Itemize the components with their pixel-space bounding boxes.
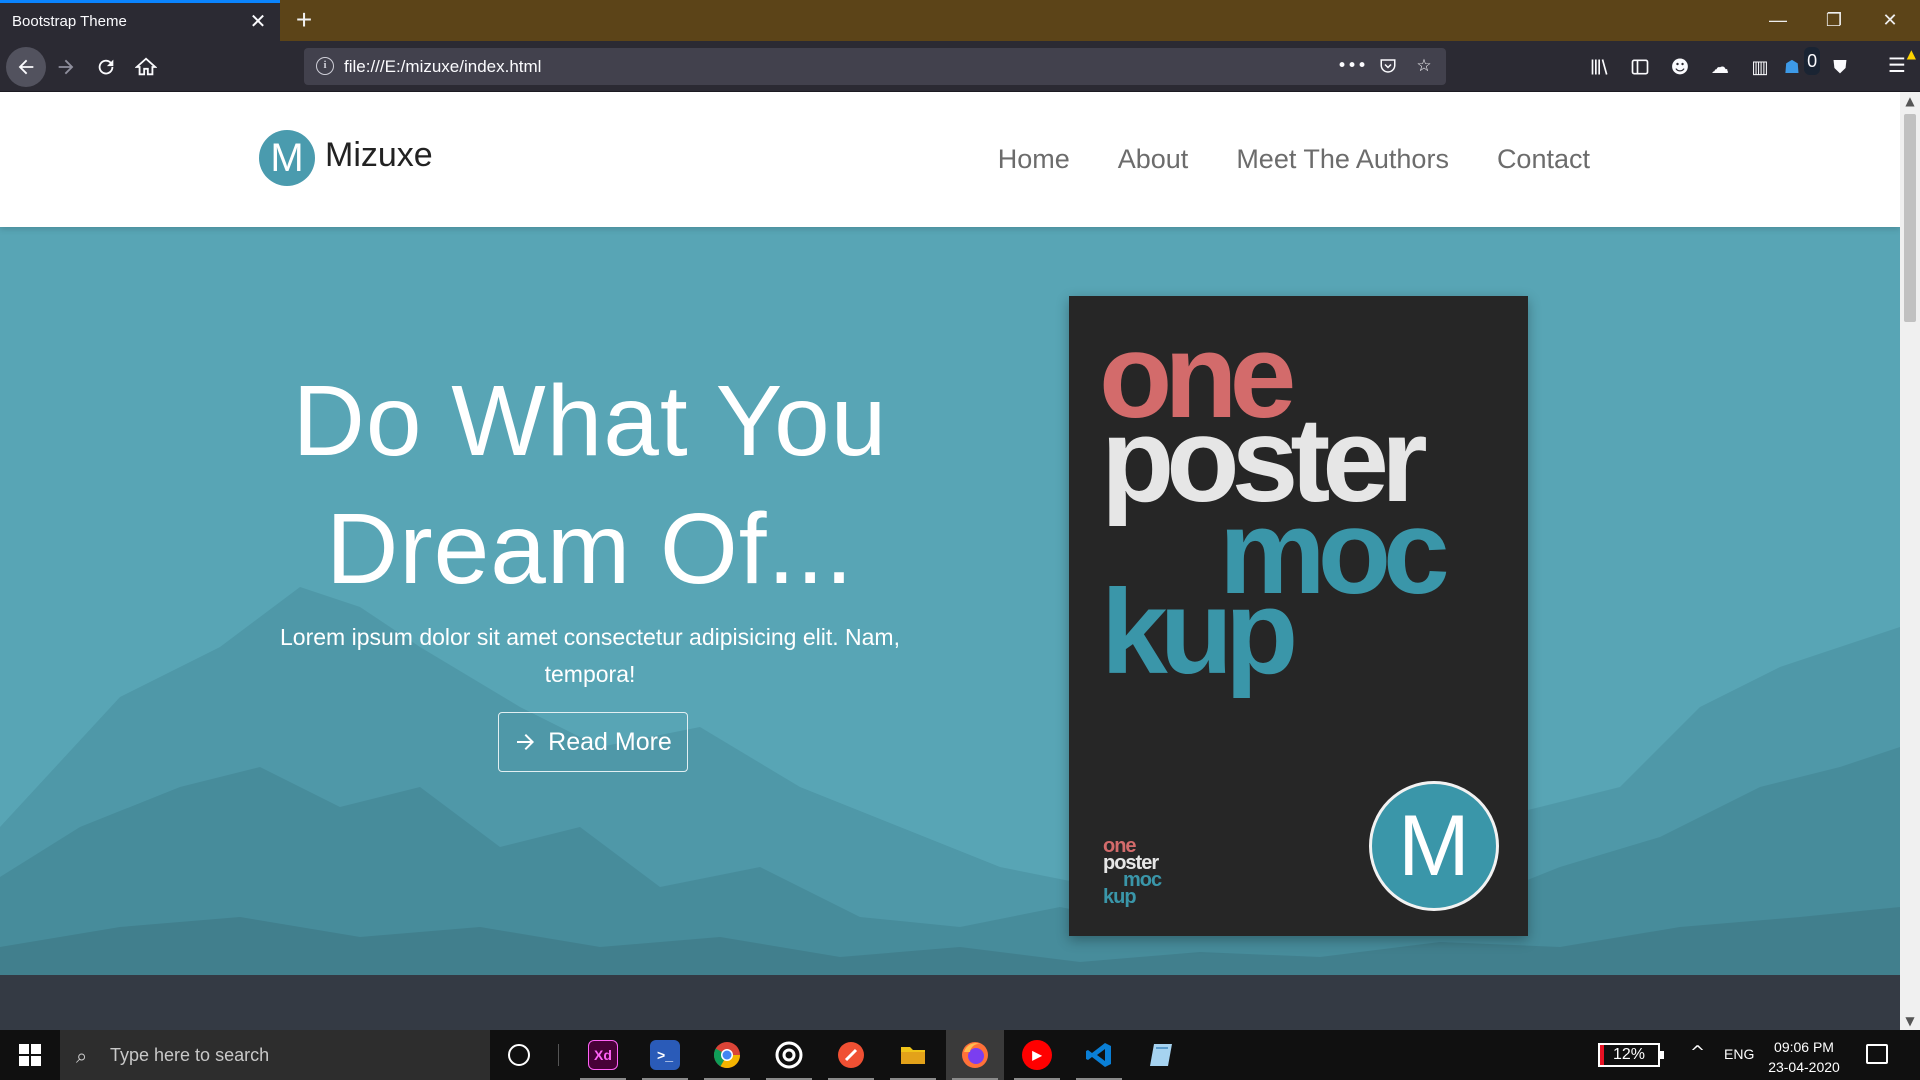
scroll-thumb[interactable] [1904,114,1916,322]
app-menu-button[interactable]: ☰ ▲ [1882,47,1916,81]
page-scrollbar[interactable]: ▲ ▼ [1900,92,1920,1030]
youtube-music-icon: ▶ [1022,1040,1052,1070]
vscode-icon [1086,1043,1111,1067]
taskbar-app-file-explorer[interactable] [884,1030,942,1080]
clock-time: 09:06 PM [1774,1039,1834,1055]
home-button[interactable] [128,49,164,85]
browser-toolbar: i file:///E:/mizuxe/index.html ••• ☆ ☻ ☁… [0,41,1920,92]
url-text[interactable]: file:///E:/mizuxe/index.html [344,57,541,77]
hero-title-line-1: Do What You [292,365,888,477]
taskbar-app-adobe-xd[interactable]: Xd [574,1030,632,1080]
adobe-xd-icon: Xd [588,1040,618,1070]
page-actions-icon[interactable]: ••• [1337,54,1367,78]
read-more-button[interactable]: Read More [498,712,688,772]
close-window-button[interactable]: ✕ [1862,0,1918,41]
sidebar-icon[interactable] [1626,53,1654,81]
shield-icon[interactable]: ⛊ [1826,53,1854,81]
arrow-right-icon [517,734,535,750]
taskbar-app-firefox[interactable] [946,1030,1004,1080]
reload-button[interactable] [88,49,124,85]
cortana-icon[interactable] [508,1044,530,1066]
poster-mini-logo: one poster moc kup [1103,836,1162,908]
bookmark-star-icon[interactable]: ☆ [1412,54,1436,78]
action-center-icon[interactable] [1866,1044,1888,1064]
minimize-button[interactable]: — [1750,0,1806,41]
poster-logo-badge: M [1369,781,1499,911]
reload-icon [98,59,114,75]
forward-button[interactable] [48,49,84,85]
account-icon[interactable]: ☻ [1666,53,1694,81]
taskbar-clock[interactable]: 09:06 PM 23-04-2020 [1768,1037,1840,1077]
show-hidden-icons-icon[interactable]: ^ [1690,1042,1705,1063]
home-icon [135,57,157,76]
arrow-left-icon [18,59,34,75]
extension-icon[interactable]: ☁ [1706,53,1734,81]
taskbar-app-vscode[interactable] [1070,1030,1128,1080]
hero-subtitle: Lorem ipsum dolor sit amet consectetur a… [280,624,900,687]
taskbar-separator [558,1044,559,1066]
scroll-up-icon[interactable]: ▲ [1900,92,1920,110]
nav-link-contact[interactable]: Contact [1497,144,1590,175]
poster-mini-kup: kup [1103,886,1137,908]
pocket-icon[interactable] [1376,54,1400,78]
taskbar-search[interactable]: ⌕ Type here to search [60,1030,490,1080]
search-icon: ⌕ [76,1044,88,1068]
language-indicator[interactable]: ENG [1724,1046,1754,1062]
scroll-down-icon[interactable]: ▼ [1900,1012,1920,1030]
battery-indicator[interactable]: 12% [1598,1043,1664,1067]
hero-title-line-2: Dream Of... [326,493,854,605]
git-app-icon [838,1042,864,1068]
browser-tab-strip: Bootstrap Theme ✕ + — ❐ ✕ [0,0,1920,41]
search-placeholder: Type here to search [110,1045,270,1065]
firefox-icon [962,1042,988,1068]
site-navbar: M Mizuxe Home About Meet The Authors Con… [0,92,1900,227]
taskbar-app-powershell[interactable]: >_ [636,1030,694,1080]
page-viewport: M Mizuxe Home About Meet The Authors Con… [0,92,1900,1030]
extension-badge: 0 [1804,47,1821,75]
hero-section: Do What You Dream Of... Lorem ipsum dolo… [0,227,1900,975]
new-tab-button[interactable]: + [288,4,320,36]
tab-close-icon[interactable]: ✕ [246,9,270,33]
start-button[interactable] [0,1030,60,1080]
taskbar-app-media[interactable] [760,1030,818,1080]
nav-link-authors[interactable]: Meet The Authors [1236,144,1449,175]
warning-icon: ▲ [1906,47,1916,61]
arrow-right-icon [58,59,74,75]
taskbar-app-chrome[interactable] [698,1030,756,1080]
folder-icon [901,1047,925,1064]
taskbar-app-youtube-music[interactable]: ▶ [1008,1030,1066,1080]
browser-tab[interactable]: Bootstrap Theme ✕ [0,0,280,41]
windows-taskbar: ⌕ Type here to search Xd >_ ▶ 12% ^ ENG … [0,1030,1920,1080]
library-icon[interactable] [1586,53,1614,81]
poster-word-kup: kup [1101,565,1298,699]
restore-button[interactable]: ❐ [1806,0,1862,41]
brand-logo[interactable]: M [259,130,315,186]
extension-ghost-icon[interactable]: ☗ 0 [1784,47,1821,81]
tab-title: Bootstrap Theme [12,13,127,30]
poster-mockup-image: one poster moc kup one poster moc kup M [1069,296,1528,936]
windows-logo-icon [19,1044,41,1066]
taskbar-app-notepad[interactable] [1132,1030,1190,1080]
next-section [0,975,1900,1030]
taskbar-app-git[interactable] [822,1030,880,1080]
extension-grid-icon[interactable]: ▥ [1746,53,1774,81]
site-info-icon[interactable]: i [316,57,334,75]
nav-link-about[interactable]: About [1118,144,1189,175]
back-button[interactable] [6,47,46,87]
hero-title: Do What You Dream Of... [220,357,960,613]
nav-link-home[interactable]: Home [998,144,1070,175]
url-bar[interactable]: i file:///E:/mizuxe/index.html ••• ☆ [304,48,1446,85]
powershell-icon: >_ [650,1040,680,1070]
notepad-app-icon [1150,1044,1172,1066]
brand-name[interactable]: Mizuxe [325,136,433,175]
clock-date: 23-04-2020 [1768,1059,1840,1075]
read-more-label: Read More [548,727,672,756]
media-app-icon [775,1041,803,1069]
chrome-icon [713,1042,741,1069]
